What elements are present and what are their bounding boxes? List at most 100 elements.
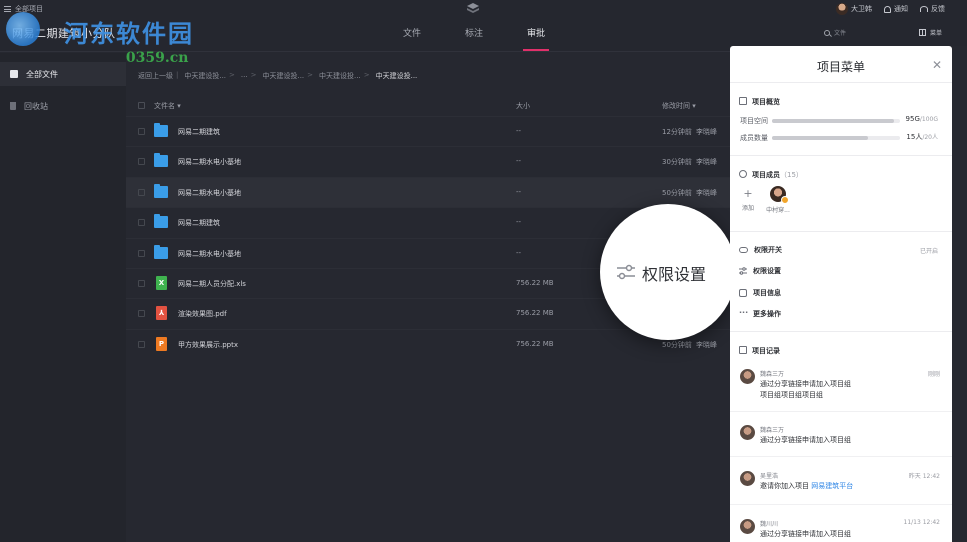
file-size: 756.22 MB <box>516 309 554 318</box>
project-link[interactable]: 网易建筑平台 <box>811 482 853 490</box>
file-name[interactable]: 网易二期水电小基地 <box>178 157 241 167</box>
row-checkbox[interactable] <box>138 310 145 318</box>
folder-icon <box>154 214 168 229</box>
tab-approval[interactable]: 审批 <box>523 26 549 51</box>
menu-permission-toggle[interactable]: 权限开关 <box>739 245 782 255</box>
select-all-checkbox[interactable] <box>138 102 145 109</box>
file-user: 李晓峰 <box>696 340 717 349</box>
file-user: 李晓峰 <box>696 158 717 167</box>
panel-title: 项目菜单 <box>816 60 865 74</box>
files-icon <box>10 70 18 78</box>
notify-button[interactable]: 通知 <box>884 4 908 14</box>
file-name[interactable]: 网易二期人员分配.xls <box>178 279 246 289</box>
log-text: 通过分享链接申请加入项目组 <box>760 530 851 538</box>
file-size: -- <box>516 248 522 257</box>
menu-label: 权限设置 <box>753 267 781 275</box>
menu-permission-settings[interactable]: 权限设置 <box>739 266 781 276</box>
breadcrumb-current: 中天建设投... <box>375 72 418 80</box>
search-icon <box>824 29 830 36</box>
file-table-header: 文件名 ▾ 大小 修改时间 ▾ <box>126 96 730 116</box>
file-name[interactable]: 渲染效果图.pdf <box>178 309 227 319</box>
file-search[interactable]: 文件 <box>824 28 846 37</box>
menu-project-info[interactable]: 项目信息 <box>739 288 781 298</box>
toggle-icon <box>739 247 748 253</box>
file-name[interactable]: 网易二期建筑 <box>178 218 220 228</box>
file-size: -- <box>516 127 522 135</box>
table-row[interactable]: 网易二期水电小基地 -- 30分钟前 李晓峰 <box>126 146 730 176</box>
user-name: 大卫韩 <box>851 5 872 13</box>
log-text: 邀请你加入项目 网易建筑平台 <box>760 482 854 490</box>
log-avatar <box>740 369 755 384</box>
folder-icon <box>154 153 168 168</box>
menu-button[interactable]: 菜单 <box>919 28 942 37</box>
add-member-button[interactable]: + 添加 <box>740 188 756 213</box>
breadcrumb-item[interactable]: 中天建设投... <box>184 71 226 81</box>
member-avatar <box>770 186 789 204</box>
close-icon[interactable]: ✕ <box>932 58 942 72</box>
space-progress-fill <box>772 119 894 123</box>
file-time: 12分钟前 <box>662 128 692 136</box>
log-user: 魏川川 <box>760 521 779 528</box>
table-row[interactable]: 网易二期水电小基地 -- 50分钟前 李晓峰 <box>126 176 730 208</box>
divider <box>730 331 952 332</box>
menu-list-icon <box>4 6 11 12</box>
file-size: -- <box>516 157 522 166</box>
row-checkbox[interactable] <box>138 219 145 227</box>
file-size: -- <box>516 187 522 196</box>
menu-more-actions[interactable]: ··· 更多操作 <box>739 309 781 319</box>
file-size: 756.22 MB <box>516 278 554 287</box>
log-avatar <box>740 471 755 486</box>
file-size: 756.22 MB <box>516 339 554 348</box>
all-projects-label: 全部项目 <box>15 5 43 13</box>
notify-label: 通知 <box>894 5 908 13</box>
column-time-header[interactable]: 修改时间 ▾ <box>662 101 696 111</box>
row-checkbox[interactable] <box>138 340 145 348</box>
tab-annotate[interactable]: 标注 <box>464 26 484 51</box>
divider <box>730 231 952 232</box>
log-user: 魏森三万 <box>760 371 785 378</box>
log-text: 通过分享链接申请加入项目组 <box>760 436 851 444</box>
folder-icon <box>154 183 168 198</box>
file-name[interactable]: 网易二期水电小基地 <box>178 188 241 198</box>
sidebar: 全部文件 回收站 <box>0 53 126 542</box>
project-title[interactable]: 网易二期建筑小分队 <box>12 25 116 41</box>
feedback-button[interactable]: 反馈 <box>920 4 945 14</box>
log-text: 通过分享链接申请加入项目组 项目组项目组项目组 <box>760 380 851 399</box>
menu-label: 更多操作 <box>753 310 781 318</box>
row-checkbox[interactable] <box>138 158 145 166</box>
sidebar-item-all-files[interactable]: 全部文件 <box>0 62 126 86</box>
file-name[interactable]: 甲方效果展示.pptx <box>178 340 238 350</box>
breadcrumb-item[interactable]: 中天建设投... <box>262 71 304 81</box>
tab-files[interactable]: 文件 <box>402 26 422 51</box>
breadcrumb-item[interactable]: 中天建设投... <box>319 71 361 81</box>
divider <box>730 456 952 457</box>
column-name-header[interactable]: 文件名 ▾ <box>154 101 181 111</box>
trash-icon <box>10 102 16 110</box>
row-checkbox[interactable] <box>138 188 145 196</box>
sidebar-item-label: 回收站 <box>24 101 48 111</box>
row-checkbox[interactable] <box>138 279 145 287</box>
feedback-label: 反馈 <box>931 5 945 13</box>
member-name: 中村穿... <box>766 207 790 214</box>
log-title: 项目记录 <box>752 347 780 355</box>
page-scrollbar[interactable] <box>952 46 967 542</box>
sliders-icon <box>617 264 635 280</box>
row-checkbox[interactable] <box>138 249 145 257</box>
breadcrumb-back[interactable]: 返回上一级 <box>138 71 173 81</box>
all-projects-link[interactable]: 全部项目 <box>4 4 43 14</box>
user-menu[interactable]: 大卫韩 <box>836 3 872 15</box>
members-progress-fill <box>772 136 868 140</box>
file-name[interactable]: 网易二期水电小基地 <box>178 249 241 259</box>
sidebar-item-trash[interactable]: 回收站 <box>0 94 126 118</box>
member-item[interactable]: 中村穿... <box>764 186 792 214</box>
file-name[interactable]: 网易二期建筑 <box>178 127 220 137</box>
overview-title: 项目概览 <box>752 98 780 106</box>
row-checkbox[interactable] <box>138 128 145 135</box>
divider <box>730 411 952 412</box>
ppt-file-icon: P <box>156 336 167 351</box>
column-size-header[interactable]: 大小 <box>516 101 530 111</box>
table-row[interactable]: 网易二期建筑 -- 12分钟前 李晓峰 <box>126 116 730 146</box>
menu-label: 菜单 <box>930 30 943 37</box>
menu-label: 权限开关 <box>754 246 782 254</box>
breadcrumb-item[interactable]: ... <box>241 71 248 81</box>
